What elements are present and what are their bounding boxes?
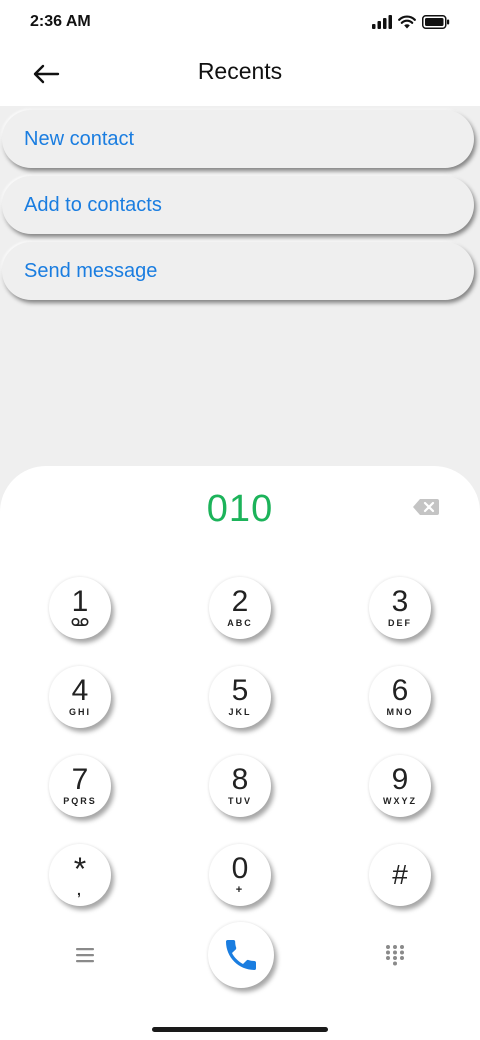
dialed-number[interactable]: 010 [0, 488, 480, 531]
battery-icon [422, 15, 450, 29]
key-digit: 7 [71, 763, 89, 796]
call-button[interactable] [208, 922, 274, 988]
key-6[interactable]: 6 MNO [369, 666, 431, 728]
key-7[interactable]: 7 PQRS [49, 755, 111, 817]
status-time: 2:36 AM [30, 13, 91, 30]
key-hash[interactable]: # [369, 844, 431, 906]
signal-icon [372, 15, 392, 29]
key-letters: JKL [228, 707, 252, 717]
key-star[interactable]: * , [49, 844, 111, 906]
key-8[interactable]: 8 TUV [209, 755, 271, 817]
key-letters: PQRS [63, 796, 97, 806]
new-contact-button[interactable]: New contact [2, 110, 474, 168]
status-bar: 2:36 AM [0, 0, 480, 44]
key-letters: MNO [386, 707, 414, 717]
key-letters: + [235, 884, 245, 896]
key-5[interactable]: 5 JKL [209, 666, 271, 728]
key-letters: DEF [388, 618, 412, 628]
key-digit: 8 [231, 763, 249, 796]
key-digit: 3 [391, 585, 409, 618]
add-to-contacts-button[interactable]: Add to contacts [2, 176, 474, 234]
voicemail-icon [71, 617, 89, 627]
dialer-screen: 2:36 AM Recents New contact Add to conta… [0, 0, 480, 1040]
key-letters: , [77, 882, 83, 898]
key-letters [71, 617, 89, 629]
backspace-icon [413, 499, 439, 515]
dialer-panel: 010 1 2 ABC 3 DEF 4 GHI 5 JKL 6 MNO 7 PQ… [0, 466, 480, 1040]
key-digit: 0 [231, 852, 249, 885]
key-letters: GHI [68, 707, 91, 717]
key-digit: * [73, 851, 87, 887]
key-digit: 2 [231, 585, 249, 618]
key-9[interactable]: 9 WXYZ [369, 755, 431, 817]
app-header: Recents [0, 44, 480, 106]
key-3[interactable]: 3 DEF [369, 577, 431, 639]
key-4[interactable]: 4 GHI [49, 666, 111, 728]
wifi-icon [398, 15, 416, 29]
key-2[interactable]: 2 ABC [209, 577, 271, 639]
key-letters: TUV [228, 796, 252, 806]
key-digit: 5 [231, 674, 249, 707]
keypad-toggle-button[interactable] [385, 944, 405, 971]
key-letters: WXYZ [383, 796, 417, 806]
key-digit: # [392, 859, 408, 890]
backspace-button[interactable] [412, 498, 442, 520]
key-digit: 1 [71, 585, 89, 618]
keypad-icon [386, 945, 404, 966]
key-0[interactable]: 0 + [209, 844, 271, 906]
key-digit: 9 [391, 763, 409, 796]
menu-icon [76, 948, 94, 963]
key-1[interactable]: 1 [49, 577, 111, 639]
key-letters: ABC [227, 618, 253, 628]
menu-button[interactable] [74, 946, 96, 969]
home-indicator[interactable] [152, 1027, 328, 1032]
send-message-button[interactable]: Send message [2, 242, 474, 300]
key-digit: 6 [391, 674, 409, 707]
status-icons [372, 15, 450, 29]
key-digit: 4 [71, 674, 89, 707]
page-title: Recents [197, 58, 283, 84]
phone-icon [226, 940, 256, 970]
